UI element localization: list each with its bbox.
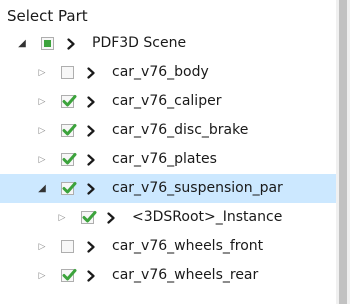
- visibility-checkbox[interactable]: [61, 95, 77, 108]
- visibility-checkbox[interactable]: [61, 269, 77, 282]
- visibility-checkbox[interactable]: [61, 124, 77, 137]
- tree-row[interactable]: ▷ car_v76_wheels_rear: [0, 261, 336, 290]
- expanded-triangle-icon[interactable]: ◢: [16, 29, 28, 58]
- visibility-checkbox[interactable]: [81, 211, 97, 224]
- chevron-right-icon: [106, 203, 116, 232]
- visibility-checkbox[interactable]: [61, 66, 74, 79]
- partial-fill-icon: [44, 40, 51, 47]
- checkmark-icon: [62, 153, 77, 165]
- collapsed-triangle-icon[interactable]: ▷: [36, 261, 48, 290]
- tree-row[interactable]: ▷ car_v76_caliper: [0, 87, 336, 116]
- expanded-triangle-icon[interactable]: ◢: [36, 174, 48, 203]
- collapsed-triangle-icon[interactable]: ▷: [36, 232, 48, 261]
- checkmark-icon: [62, 95, 77, 107]
- tree-item-label: car_v76_plates: [112, 151, 217, 167]
- tree-item-label: car_v76_wheels_front: [112, 238, 264, 254]
- visibility-checkbox[interactable]: [61, 153, 77, 166]
- tree-row[interactable]: ▷ car_v76_plates: [0, 145, 336, 174]
- checkmark-icon: [62, 182, 77, 194]
- tree-item-label: <3DSRoot>_Instance: [132, 209, 283, 225]
- collapsed-triangle-icon[interactable]: ▷: [36, 145, 48, 174]
- tree-row[interactable]: ◢ PDF3D Scene: [0, 29, 336, 58]
- vertical-scrollbar[interactable]: [336, 0, 350, 304]
- tree-item-label: car_v76_body: [112, 64, 209, 80]
- collapsed-triangle-icon[interactable]: ▷: [36, 116, 48, 145]
- chevron-right-icon: [86, 116, 96, 145]
- chevron-right-icon: [86, 145, 96, 174]
- checkmark-icon: [62, 269, 77, 281]
- chevron-right-icon: [86, 58, 96, 87]
- visibility-checkbox[interactable]: [61, 240, 74, 253]
- checkmark-icon: [82, 211, 97, 223]
- panel-title: Select Part: [7, 7, 88, 25]
- chevron-right-icon: [86, 232, 96, 261]
- scrollbar-thumb[interactable]: [339, 0, 347, 304]
- chevron-right-icon: [66, 29, 76, 58]
- tree-item-label: car_v76_disc_brake: [112, 122, 249, 138]
- chevron-right-icon: [86, 87, 96, 116]
- tree-item-label: car_v76_suspension_par: [112, 180, 283, 196]
- tree-row[interactable]: ▷ car_v76_wheels_front: [0, 232, 336, 261]
- collapsed-triangle-icon[interactable]: ▷: [36, 58, 48, 87]
- tree-row[interactable]: ▷ car_v76_disc_brake: [0, 116, 336, 145]
- part-tree: ◢ PDF3D Scene ▷ car_v76_body ▷ car_v76_calipe…: [0, 29, 336, 290]
- tree-item-label: PDF3D Scene: [92, 35, 187, 51]
- tree-item-label: car_v76_caliper: [112, 93, 222, 109]
- tree-item-label: car_v76_wheels_rear: [112, 267, 259, 283]
- chevron-right-icon: [86, 261, 96, 290]
- tree-row[interactable]: ◢ car_v76_suspension_par: [0, 174, 336, 203]
- tree-row[interactable]: ▷ <3DSRoot>_Instance: [0, 203, 336, 232]
- tree-row[interactable]: ▷ car_v76_body: [0, 58, 336, 87]
- visibility-checkbox[interactable]: [61, 182, 77, 195]
- chevron-right-icon: [86, 174, 96, 203]
- collapsed-triangle-icon[interactable]: ▷: [56, 203, 68, 232]
- checkmark-icon: [62, 124, 77, 136]
- visibility-checkbox[interactable]: [41, 37, 54, 50]
- collapsed-triangle-icon[interactable]: ▷: [36, 87, 48, 116]
